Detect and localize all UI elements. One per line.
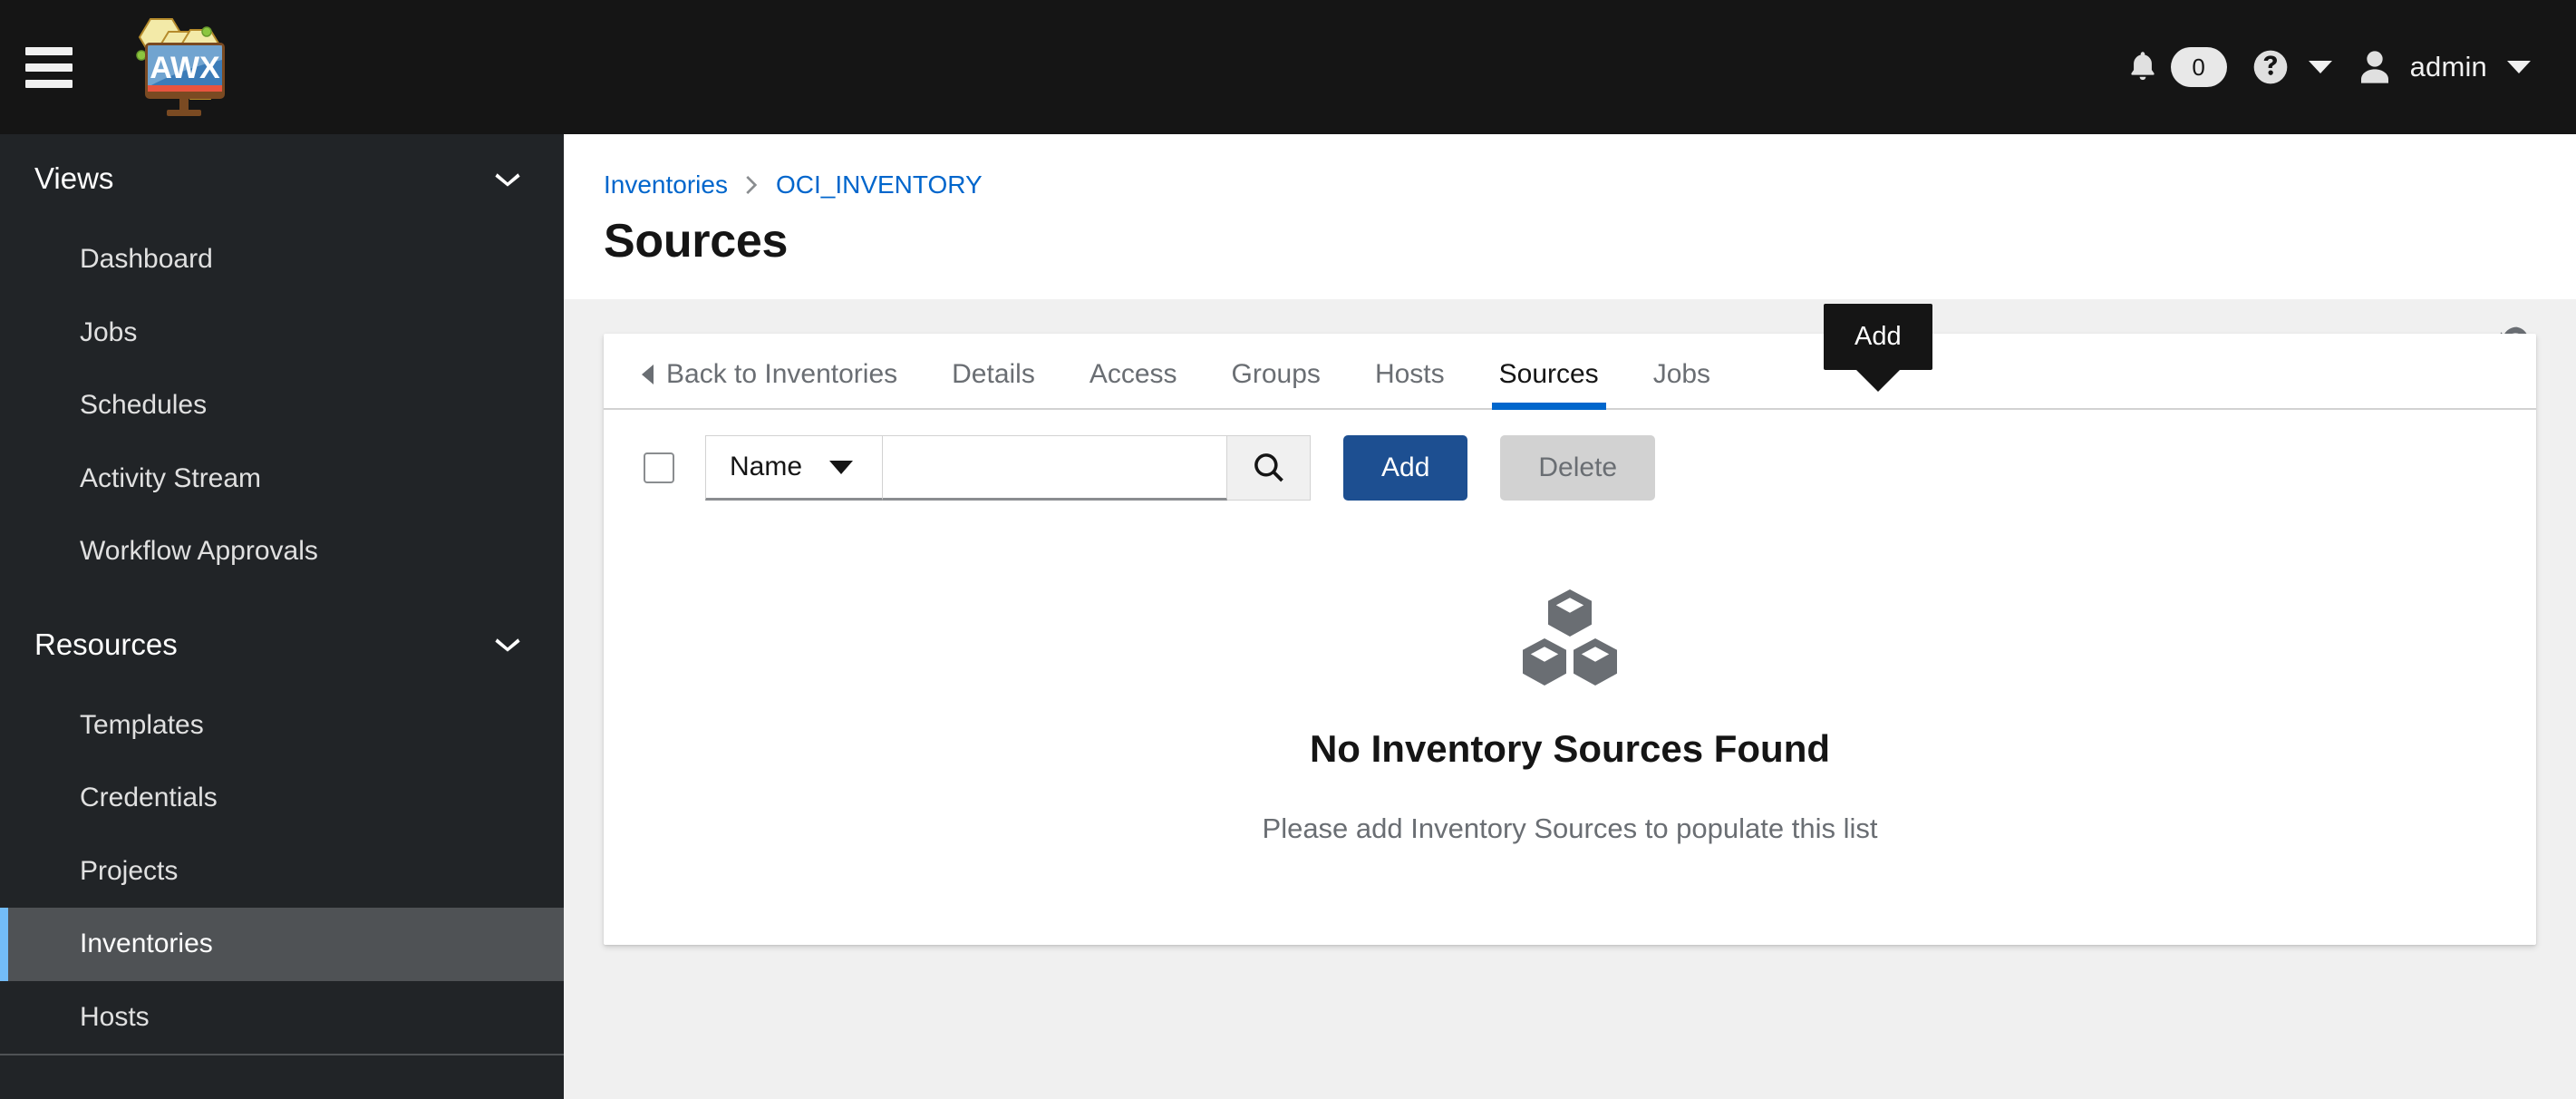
- breadcrumb-item-inventory-name[interactable]: OCI_INVENTORY: [776, 170, 983, 199]
- tab-hosts[interactable]: Hosts: [1348, 361, 1472, 408]
- chevron-down-icon: [495, 638, 520, 653]
- empty-state-body: Please add Inventory Sources to populate…: [1262, 812, 1878, 844]
- hamburger-icon[interactable]: [25, 44, 73, 91]
- sidebar-item-schedules[interactable]: Schedules: [0, 369, 564, 443]
- awx-logo-brand[interactable]: AWX: [116, 0, 236, 134]
- tab-access[interactable]: Access: [1062, 361, 1205, 408]
- add-tooltip: Add: [1824, 304, 1932, 370]
- body-row: Views Dashboard Jobs Schedules Activity …: [0, 134, 2576, 1099]
- sidebar-navigation: Views Dashboard Jobs Schedules Activity …: [0, 134, 564, 1099]
- sidebar-item-label: Dashboard: [80, 244, 213, 274]
- breadcrumb-item-inventories[interactable]: Inventories: [604, 170, 728, 199]
- masthead: AWX 0 admin: [0, 0, 2576, 134]
- cubes-icon: [1523, 589, 1617, 686]
- page-title: Sources: [604, 215, 789, 267]
- card-wrapper: Back to Inventories Details Access Group…: [564, 299, 2576, 945]
- tab-label: Details: [952, 359, 1035, 389]
- user-name-label: admin: [2409, 51, 2487, 83]
- notification-count-badge[interactable]: 0: [2170, 47, 2227, 87]
- sidebar-item-activity-stream[interactable]: Activity Stream: [0, 443, 564, 516]
- sidebar-item-projects[interactable]: Projects: [0, 835, 564, 909]
- search-submit-button[interactable]: [1227, 435, 1311, 501]
- sidebar-item-label: Hosts: [80, 1001, 150, 1032]
- filter-field-label: Name: [730, 452, 803, 481]
- help-caret-down-icon: [2308, 61, 2332, 73]
- chevron-right-icon: [746, 176, 758, 194]
- add-button[interactable]: Add: [1343, 435, 1468, 501]
- tab-label: Sources: [1498, 359, 1599, 389]
- sidebar-item-label: Templates: [80, 709, 204, 740]
- sidebar-item-label: Jobs: [80, 316, 138, 347]
- sidebar-item-jobs[interactable]: Jobs: [0, 297, 564, 370]
- sidebar-section-gap: [0, 588, 564, 600]
- bell-icon: [2130, 52, 2155, 81]
- user-menu-button[interactable]: admin: [2345, 0, 2543, 134]
- sidebar-item-label: Workflow Approvals: [80, 536, 318, 566]
- sidebar-item-label: Schedules: [80, 390, 208, 420]
- breadcrumb: Inventories OCI_INVENTORY: [604, 170, 2525, 199]
- question-circle-icon: [2253, 50, 2287, 84]
- search-input[interactable]: [883, 435, 1227, 501]
- tab-label: Groups: [1231, 359, 1321, 389]
- awx-logo-icon: AWX: [136, 18, 225, 116]
- main-content: Inventories OCI_INVENTORY Sources Back t…: [564, 134, 2576, 1099]
- sidebar-section-resources[interactable]: Resources: [0, 600, 564, 689]
- tab-label: Hosts: [1374, 359, 1445, 389]
- user-icon: [2360, 51, 2388, 83]
- sidebar-item-label: Activity Stream: [80, 462, 262, 493]
- select-all-checkbox[interactable]: [644, 452, 674, 483]
- chevron-down-icon: [495, 172, 520, 187]
- svg-text:AWX: AWX: [150, 51, 220, 85]
- empty-state: No Inventory Sources Found Please add In…: [604, 526, 2536, 945]
- sidebar-item-label: Projects: [80, 855, 179, 886]
- sidebar-section-resources-label: Resources: [34, 627, 178, 661]
- sources-card: Back to Inventories Details Access Group…: [604, 334, 2536, 945]
- sidebar-item-hosts[interactable]: Hosts: [0, 981, 564, 1055]
- chevron-down-icon: [829, 460, 854, 474]
- sidebar-footer: [0, 1055, 564, 1099]
- inventory-tabs: Back to Inventories Details Access Group…: [604, 334, 2536, 410]
- sidebar-item-inventories[interactable]: Inventories: [0, 908, 564, 981]
- empty-state-title: No Inventory Sources Found: [1309, 727, 1831, 770]
- list-toolbar: Name Add Delete: [604, 410, 2536, 526]
- tab-sources[interactable]: Sources: [1472, 359, 1626, 410]
- notifications-button[interactable]: 0: [2102, 0, 2240, 134]
- awx-app: AWX 0 admin Views Dashboard Jobs Schedul…: [0, 0, 2576, 1099]
- page-header: Inventories OCI_INVENTORY Sources: [564, 134, 2576, 355]
- tab-details[interactable]: Details: [925, 361, 1062, 408]
- masthead-actions: 0 admin: [2102, 0, 2543, 134]
- tab-label: Jobs: [1652, 359, 1711, 389]
- sidebar-item-label: Inventories: [80, 929, 213, 959]
- sidebar-section-views-label: Views: [34, 161, 114, 195]
- sidebar-item-label: Credentials: [80, 783, 218, 813]
- filter-field-select[interactable]: Name: [705, 435, 883, 501]
- tab-jobs[interactable]: Jobs: [1626, 361, 1738, 408]
- tab-label: Back to Inventories: [666, 359, 898, 389]
- sidebar-item-templates[interactable]: Templates: [0, 689, 564, 763]
- tab-back-to-inventories[interactable]: Back to Inventories: [634, 361, 925, 408]
- sidebar-item-dashboard[interactable]: Dashboard: [0, 223, 564, 297]
- user-caret-down-icon: [2507, 61, 2531, 73]
- caret-left-icon: [642, 365, 654, 384]
- delete-button: Delete: [1500, 435, 1656, 501]
- tab-label: Access: [1089, 359, 1177, 389]
- sidebar-item-workflow-approvals[interactable]: Workflow Approvals: [0, 515, 564, 588]
- sidebar-section-views[interactable]: Views: [0, 134, 564, 223]
- tab-groups[interactable]: Groups: [1205, 361, 1348, 408]
- help-menu-button[interactable]: [2240, 0, 2345, 134]
- search-icon: [1254, 453, 1283, 482]
- search-filter-group: Name: [705, 435, 1311, 501]
- sidebar-item-credentials[interactable]: Credentials: [0, 762, 564, 835]
